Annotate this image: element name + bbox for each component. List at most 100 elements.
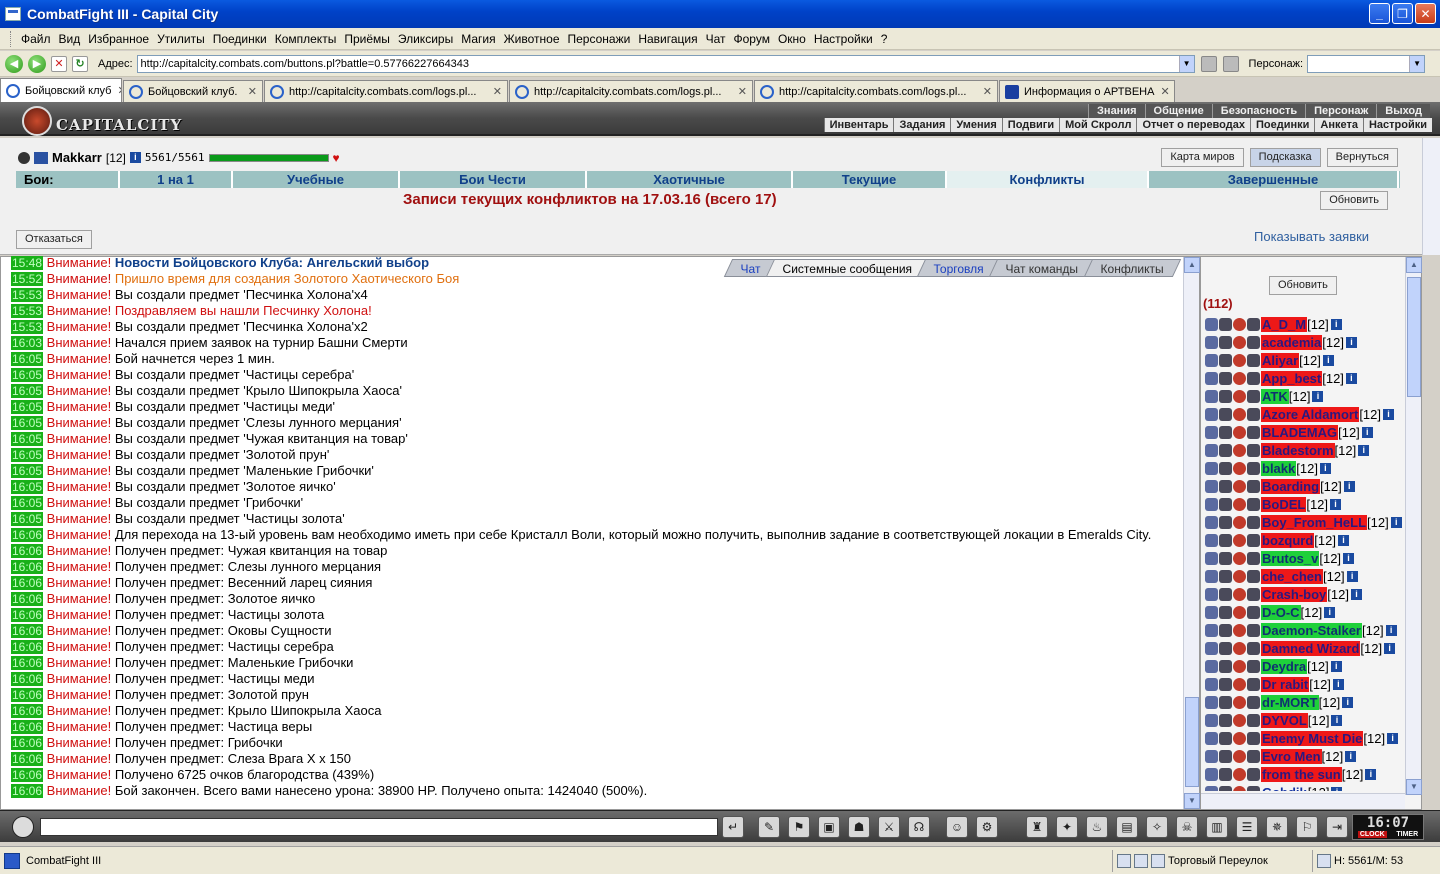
top-menu-link[interactable]: Умения (950, 118, 1001, 132)
user-nick[interactable]: DYVOL (1261, 712, 1308, 728)
private-icon[interactable] (1205, 335, 1218, 349)
info-icon[interactable]: i (1330, 498, 1342, 510)
top-menu-item[interactable]: Выход (1376, 104, 1430, 118)
info-icon[interactable]: i (1365, 768, 1377, 780)
flag-icon[interactable]: ⚐ (1296, 816, 1318, 838)
group-icon[interactable]: ☰ (1236, 816, 1258, 838)
world-map-button[interactable]: Карта миров (1161, 148, 1244, 167)
info-icon[interactable]: i (1319, 462, 1331, 474)
info-icon[interactable]: i (1361, 426, 1373, 438)
menu-item[interactable]: Приёмы (340, 29, 394, 49)
user-nick[interactable]: Boarding (1261, 478, 1321, 494)
chat-tab[interactable]: Чат команды (989, 259, 1097, 277)
info-icon[interactable]: i (129, 152, 141, 163)
message-time[interactable]: 16:06 (11, 704, 44, 718)
info-icon[interactable]: i (1358, 444, 1370, 456)
info-icon[interactable]: i (1385, 624, 1397, 636)
user-nick[interactable]: App_best (1261, 370, 1323, 386)
mask-icon[interactable]: ☠ (1176, 816, 1198, 838)
message-time[interactable]: 16:06 (11, 624, 44, 638)
info-icon[interactable]: i (1324, 606, 1336, 618)
private-icon[interactable] (1205, 533, 1218, 547)
filter-icon[interactable]: ⚑ (788, 816, 810, 838)
fight-tab[interactable]: Бои Чести (400, 171, 587, 188)
info-icon[interactable]: i (1330, 660, 1342, 672)
browser-tab[interactable]: http://capitalcity.combats.com/logs.pl..… (754, 80, 998, 102)
fighter-icon[interactable]: ☗ (848, 816, 870, 838)
private-icon[interactable] (1205, 767, 1218, 781)
chat-tab[interactable]: Конфликты (1083, 259, 1182, 277)
message-time[interactable]: 16:06 (11, 784, 44, 798)
private-icon[interactable] (1205, 353, 1218, 367)
user-nick[interactable]: Crash-boy (1261, 586, 1328, 602)
private-icon[interactable] (1205, 497, 1218, 511)
info-icon[interactable]: i (1346, 570, 1358, 582)
fight-tab[interactable]: Завершенные (1149, 171, 1399, 188)
message-time[interactable]: 16:06 (11, 656, 44, 670)
top-menu-link[interactable]: Задания (893, 118, 950, 132)
private-icon[interactable] (1205, 749, 1218, 763)
userlist-hscrollbar[interactable] (1201, 793, 1405, 809)
private-icon[interactable] (1205, 695, 1218, 709)
message-time[interactable]: 16:05 (11, 352, 44, 366)
sword-icon[interactable]: ⚔ (878, 816, 900, 838)
people-icon[interactable] (1222, 55, 1239, 72)
back-icon[interactable]: ◀ (5, 54, 23, 73)
userlist-scrollbar[interactable]: ▲ ▼ (1405, 257, 1422, 795)
user-nick[interactable]: Dr rabit (1261, 676, 1310, 692)
menu-item[interactable]: Магия (457, 29, 499, 49)
user-nick[interactable]: Azore Aldamort (1261, 406, 1360, 422)
close-tab-icon[interactable]: ✕ (732, 85, 747, 98)
close-tab-icon[interactable]: ✕ (977, 85, 992, 98)
private-icon[interactable] (1205, 785, 1218, 791)
info-icon[interactable]: i (1350, 588, 1362, 600)
info-icon[interactable]: i (1322, 354, 1334, 366)
exit-icon[interactable]: ⇥ (1326, 816, 1348, 838)
close-tab-icon[interactable]: ✕ (487, 85, 502, 98)
info-icon[interactable]: i (1345, 336, 1357, 348)
user-nick[interactable]: Deydra (1261, 658, 1308, 674)
status-icon-1[interactable] (1117, 853, 1131, 868)
close-tab-icon[interactable]: ✕ (1154, 85, 1169, 98)
browser-tab[interactable]: Бойцовский клуб✕ (0, 78, 122, 102)
private-icon[interactable] (1205, 443, 1218, 457)
private-icon[interactable] (1205, 389, 1218, 403)
private-icon[interactable] (1205, 461, 1218, 475)
message-time[interactable]: 16:06 (11, 752, 44, 766)
message-time[interactable]: 16:06 (11, 576, 44, 590)
menu-item[interactable]: Комплекты (271, 29, 341, 49)
private-icon[interactable] (1205, 731, 1218, 745)
menu-item[interactable]: Окно (774, 29, 810, 49)
scroll-up-icon[interactable]: ▲ (1184, 257, 1200, 273)
message-time[interactable]: 15:48 (11, 256, 44, 270)
menu-item[interactable]: Чат (702, 29, 730, 49)
close-button[interactable]: ✕ (1415, 3, 1436, 24)
private-icon[interactable] (1205, 479, 1218, 493)
private-icon[interactable] (1205, 515, 1218, 529)
message-time[interactable]: 16:06 (11, 768, 44, 782)
user-nick[interactable]: BLADEMAG (1261, 424, 1339, 440)
message-time[interactable]: 16:06 (11, 720, 44, 734)
browser-tab[interactable]: http://capitalcity.combats.com/logs.pl..… (264, 80, 508, 102)
bag-icon[interactable]: ♜ (1026, 816, 1048, 838)
menu-item[interactable]: Навигация (634, 29, 701, 49)
message-time[interactable]: 16:05 (11, 384, 44, 398)
fight-tab[interactable]: Учебные (233, 171, 400, 188)
info-icon[interactable]: i (1312, 390, 1324, 402)
message-time[interactable]: 16:05 (11, 416, 44, 430)
chevron-down-icon[interactable]: ▼ (1409, 55, 1425, 72)
info-icon[interactable]: i (1390, 516, 1402, 528)
close-tab-icon[interactable]: ✕ (111, 84, 121, 97)
user-nick[interactable]: Damned Wizard (1261, 640, 1361, 656)
chat-tab[interactable]: Системные сообщения (765, 259, 930, 277)
private-icon[interactable] (1205, 587, 1218, 601)
fight-tab[interactable]: 1 на 1 (120, 171, 233, 188)
message-time[interactable]: 16:05 (11, 448, 44, 462)
restore-button[interactable]: ❐ (1392, 3, 1413, 24)
info-icon[interactable]: i (1343, 552, 1355, 564)
message-time[interactable]: 16:06 (11, 528, 44, 542)
message-time[interactable]: 16:06 (11, 544, 44, 558)
top-menu-item[interactable]: Персонаж (1305, 104, 1377, 118)
private-icon[interactable] (1205, 713, 1218, 727)
info-icon[interactable]: i (1330, 318, 1342, 330)
